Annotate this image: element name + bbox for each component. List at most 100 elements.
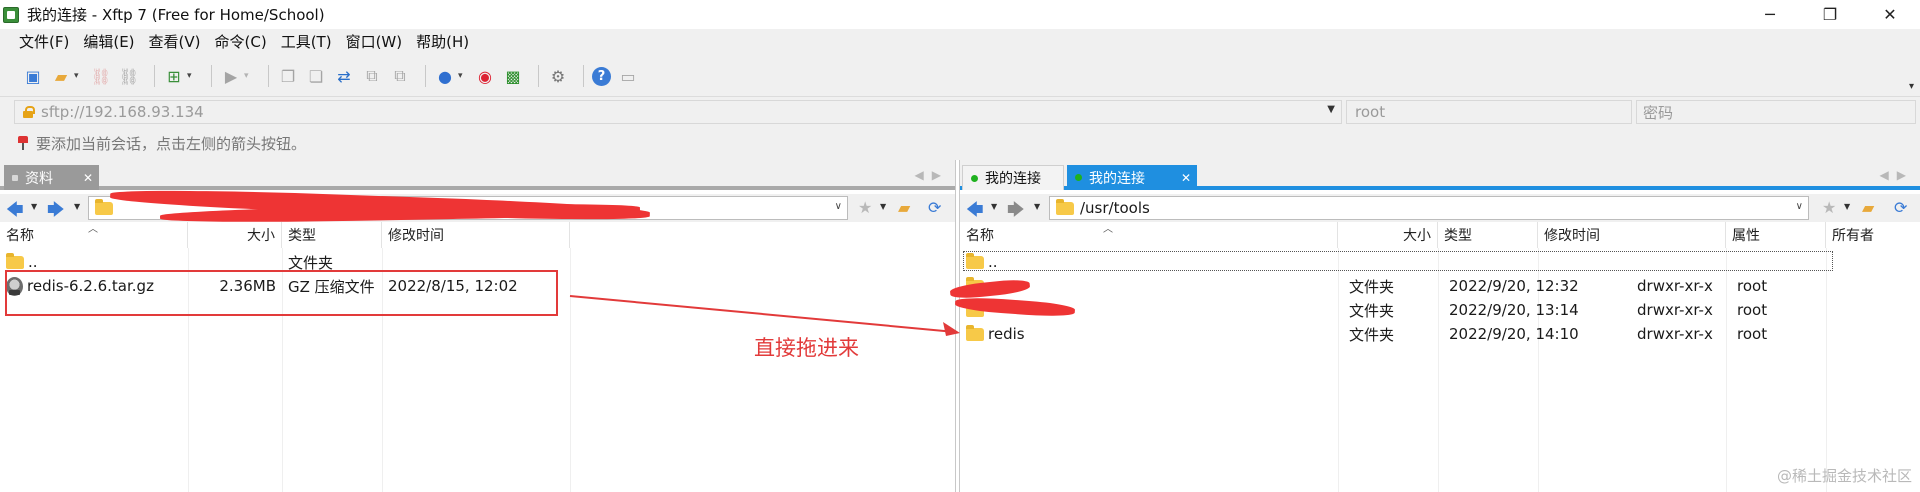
column-size[interactable]: 大小	[1338, 222, 1438, 248]
minimize-button[interactable]: ─	[1740, 0, 1800, 29]
tab-my-connection-active[interactable]: 我的连接 ✕	[1067, 165, 1197, 190]
menu-command[interactable]: 命令(C)	[208, 29, 274, 56]
folder-icon	[95, 198, 113, 215]
tab-local[interactable]: 资料 ✕	[4, 165, 99, 190]
paste-icon[interactable]: ❏	[305, 65, 327, 87]
file-type: 文件夹	[1349, 277, 1395, 296]
new-session-icon[interactable]: ▣	[22, 65, 44, 87]
tab-my-connection[interactable]: 我的连接	[962, 165, 1064, 190]
gear-icon[interactable]: ⚙	[547, 65, 569, 87]
help-icon[interactable]: ?	[592, 66, 611, 86]
watermark: @稀土掘金技术社区	[1776, 467, 1912, 485]
menu-help[interactable]: 帮助(H)	[409, 29, 476, 56]
column-label: 类型	[1444, 228, 1472, 244]
tab-label: 我的连接	[1089, 170, 1145, 187]
close-icon[interactable]: ✕	[83, 171, 93, 185]
connected-dot-icon	[1075, 174, 1082, 181]
host-address-value: sftp://192.168.93.134	[41, 103, 204, 121]
toolbar-overflow-icon[interactable]: ▾	[1909, 81, 1914, 92]
disconnect-icon[interactable]: ⛓	[118, 65, 140, 87]
username-input[interactable]: root	[1346, 100, 1632, 124]
drag-arrow-head	[943, 322, 960, 336]
tab-label: 我的连接	[985, 171, 1041, 187]
bookmark-star-icon[interactable]: ★	[1822, 198, 1836, 217]
tab-scroll-arrows[interactable]: ◀▶	[1880, 168, 1914, 182]
parent-folder-icon[interactable]: ▰	[1862, 198, 1874, 217]
chevron-down-icon[interactable]: ▾	[74, 71, 82, 81]
folder-icon	[1056, 198, 1074, 215]
close-icon[interactable]: ✕	[1181, 171, 1191, 185]
refresh-icon[interactable]: ⟳	[928, 198, 941, 217]
menu-window[interactable]: 窗口(W)	[339, 29, 410, 56]
toolbar-divider	[538, 65, 539, 87]
column-label: 修改时间	[1544, 228, 1600, 244]
highlight-box	[5, 270, 558, 316]
refresh-icon[interactable]: ⟳	[1894, 198, 1907, 217]
xftp-icon[interactable]: ▩	[502, 65, 524, 87]
toolbar-divider	[154, 65, 155, 87]
globe-icon[interactable]: ●	[434, 65, 456, 87]
transfer-icon[interactable]: ⇄	[333, 65, 355, 87]
chevron-down-icon[interactable]: ∨	[835, 201, 842, 212]
host-address-input[interactable]: sftp://192.168.93.134 ▼	[14, 100, 1342, 124]
file-modified: 2022/9/20, 14:10	[1449, 325, 1579, 343]
remote-path-input[interactable]: /usr/tools ∨	[1049, 196, 1809, 220]
play-icon[interactable]: ▶	[220, 65, 242, 87]
file-row-parent[interactable]: ..	[960, 250, 1920, 274]
file-row-folder[interactable]: 文件夹 2022/9/20, 12:32 drwxr-xr-x root	[960, 274, 1920, 298]
address-bar: sftp://192.168.93.134 ▼ root 密码	[0, 96, 1920, 126]
open-folder-icon[interactable]: ▰	[50, 65, 72, 87]
menu-tools[interactable]: 工具(T)	[274, 29, 339, 56]
menu-edit[interactable]: 编辑(E)	[76, 29, 141, 56]
column-type[interactable]: 类型	[282, 222, 382, 248]
password-input[interactable]: 密码	[1636, 100, 1916, 124]
chevron-down-icon[interactable]: ▼	[991, 202, 997, 211]
tab-scroll-arrows[interactable]: ◀▶	[915, 168, 949, 182]
parent-folder-icon[interactable]: ▰	[898, 198, 910, 217]
chat-icon[interactable]: ▭	[617, 65, 639, 87]
chevron-down-icon[interactable]: ▼	[1034, 202, 1040, 211]
column-modified[interactable]: 修改时间	[1538, 222, 1726, 248]
chevron-down-icon[interactable]: ▾	[458, 71, 466, 81]
drag-instruction-text: 直接拖进来	[754, 336, 859, 360]
pin-icon[interactable]	[18, 136, 30, 150]
sort-ascending-icon: ︿	[1103, 224, 1113, 235]
bookmark-star-icon[interactable]: ★	[858, 198, 872, 217]
chevron-down-icon[interactable]: ▼	[31, 202, 37, 211]
chevron-down-icon[interactable]: ▾	[187, 71, 195, 81]
maximize-button[interactable]: ❐	[1800, 0, 1860, 29]
xshell-icon[interactable]: ◉	[474, 65, 496, 87]
file-row-redis-folder[interactable]: redis 文件夹 2022/9/20, 14:10 drwxr-xr-x ro…	[960, 322, 1920, 346]
file-name: redis	[988, 325, 1025, 343]
column-size[interactable]: 大小	[188, 222, 282, 248]
left-tab-strip: 资料 ✕ ◀▶	[0, 160, 955, 190]
column-modified[interactable]: 修改时间	[382, 222, 570, 248]
folder-icon	[6, 252, 24, 269]
file-row-folder[interactable]: 文件夹 2022/9/20, 13:14 drwxr-xr-x root	[960, 298, 1920, 322]
menu-file[interactable]: 文件(F)	[12, 29, 76, 56]
chevron-down-icon[interactable]: ▼	[1844, 202, 1850, 211]
file-owner: root	[1737, 301, 1768, 319]
compare-icon[interactable]: ⧉	[361, 65, 383, 87]
column-name[interactable]: 名称 ︿	[960, 222, 1338, 248]
chevron-down-icon[interactable]: ▼	[1327, 104, 1335, 115]
chevron-down-icon[interactable]: ▼	[74, 202, 80, 211]
column-type[interactable]: 类型	[1438, 222, 1538, 248]
menu-view[interactable]: 查看(V)	[142, 29, 208, 56]
chevron-down-icon[interactable]: ▾	[244, 71, 252, 81]
column-label: 类型	[288, 228, 316, 244]
sync-icon[interactable]: ⧉	[389, 65, 411, 87]
right-navigation-row: 🡄 ▼ 🡆 ▼ /usr/tools ∨ ★ ▼ ▰ ⟳	[960, 194, 1920, 222]
file-name: ..	[28, 253, 38, 271]
chevron-down-icon[interactable]: ▼	[880, 202, 886, 211]
close-button[interactable]: ✕	[1860, 0, 1920, 29]
column-attributes[interactable]: 属性	[1726, 222, 1826, 248]
column-owner[interactable]: 所有者	[1826, 222, 1920, 248]
file-modified: 2022/9/20, 12:32	[1449, 277, 1579, 295]
column-name[interactable]: 名称 ︿	[0, 222, 188, 248]
reconnect-icon[interactable]: ⛓	[90, 65, 112, 87]
chevron-down-icon[interactable]: ∨	[1796, 201, 1803, 212]
new-window-icon[interactable]: ⊞	[163, 65, 185, 87]
copy-icon[interactable]: ❐	[277, 65, 299, 87]
toolbar-divider	[268, 65, 269, 87]
